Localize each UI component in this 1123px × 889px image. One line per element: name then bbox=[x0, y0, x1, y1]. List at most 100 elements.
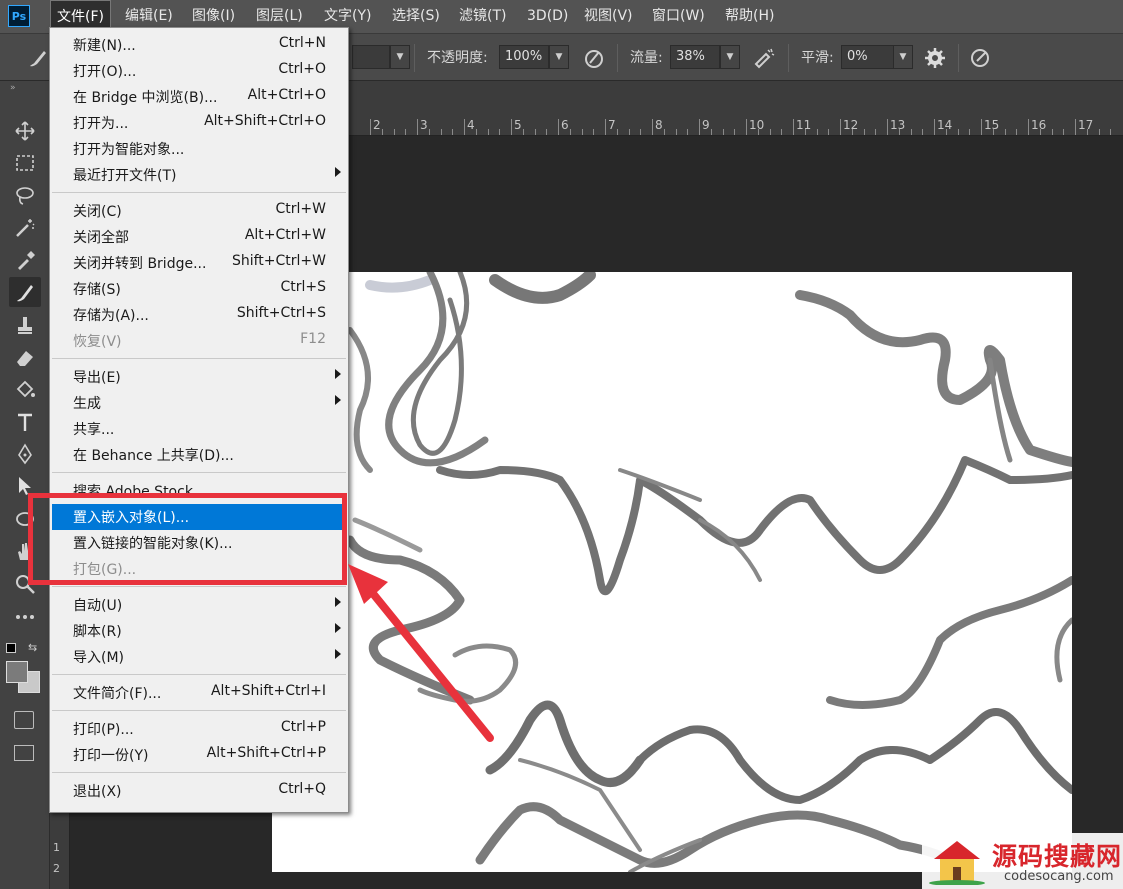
menu-item-shortcut: Ctrl+P bbox=[280, 719, 326, 735]
ruler-major-tick bbox=[652, 119, 653, 135]
mode-select[interactable] bbox=[352, 45, 390, 69]
pen-tool-icon[interactable] bbox=[9, 439, 41, 469]
ruler-minor-tick bbox=[957, 129, 959, 135]
menu-item[interactable]: 打印(P)... Ctrl+P bbox=[52, 716, 346, 742]
ruler-minor-tick bbox=[475, 129, 477, 135]
menu-item[interactable]: 关闭并转到 Bridge... Shift+Ctrl+W bbox=[52, 250, 346, 276]
ruler-minor-tick bbox=[581, 129, 583, 135]
ruler-label: 4 bbox=[467, 118, 475, 132]
ruler-label: 10 bbox=[749, 118, 765, 132]
menu-separator bbox=[52, 586, 346, 587]
menu-item[interactable]: 打开(O)... Ctrl+O bbox=[52, 58, 346, 84]
quick-mask-icon[interactable] bbox=[14, 711, 34, 729]
menu-item[interactable]: 新建(N)... Ctrl+N bbox=[52, 32, 346, 58]
ruler-major-tick bbox=[464, 119, 465, 135]
ruler-minor-tick bbox=[863, 129, 865, 135]
ruler-minor-tick bbox=[992, 129, 994, 135]
photoshop-logo-icon: Ps bbox=[8, 5, 30, 27]
menu-item[interactable]: 打开为... Alt+Shift+Ctrl+O bbox=[52, 110, 346, 136]
stamp-tool-icon[interactable] bbox=[9, 309, 41, 339]
eraser-tool-icon[interactable] bbox=[9, 342, 41, 372]
smoothing-input[interactable]: 0% bbox=[841, 45, 895, 69]
flow-dropdown-icon[interactable]: ▼ bbox=[720, 45, 740, 69]
ruler-major-tick bbox=[699, 119, 700, 135]
ruler-major-tick bbox=[746, 119, 747, 135]
menu-item[interactable]: 关闭全部 Alt+Ctrl+W bbox=[52, 224, 346, 250]
airbrush-icon[interactable] bbox=[752, 46, 776, 70]
ruler-minor-tick bbox=[452, 129, 454, 135]
move-tool-icon[interactable] bbox=[9, 116, 41, 146]
ruler-minor-tick bbox=[816, 129, 818, 135]
menu-item[interactable]: 关闭(C) Ctrl+W bbox=[52, 198, 346, 224]
ruler-major-tick bbox=[558, 119, 559, 135]
menu-item[interactable]: 打印一份(Y) Alt+Shift+Ctrl+P bbox=[52, 742, 346, 768]
menu-item-label: 退出(X) bbox=[73, 784, 122, 800]
menu-item-shortcut: Shift+Ctrl+S bbox=[236, 305, 326, 321]
ruler-major-tick bbox=[417, 119, 418, 135]
menu-item-label: 存储(S) bbox=[73, 282, 121, 298]
menu-item-label: 关闭(C) bbox=[73, 204, 122, 220]
brush-tool-icon[interactable] bbox=[9, 277, 41, 307]
paint-bucket-tool-icon[interactable] bbox=[9, 374, 41, 404]
menu-item[interactable]: 窗口(W) bbox=[646, 0, 711, 33]
submenu-arrow-icon bbox=[335, 369, 341, 379]
menu-item-label: 脚本(R) bbox=[73, 624, 122, 640]
menu-item[interactable]: 导出(E) bbox=[52, 364, 346, 390]
smoothing-dropdown-icon[interactable]: ▼ bbox=[893, 45, 913, 69]
divider bbox=[414, 44, 415, 72]
mode-dropdown-icon[interactable]: ▼ bbox=[390, 45, 410, 69]
menu-item-shortcut: Alt+Shift+Ctrl+I bbox=[210, 683, 326, 699]
foreground-color-swatch[interactable] bbox=[6, 661, 28, 683]
menu-item[interactable]: 文件简介(F)... Alt+Shift+Ctrl+I bbox=[52, 680, 346, 706]
menu-item[interactable]: 共享... bbox=[52, 416, 346, 442]
menu-item[interactable]: 帮助(H) bbox=[719, 0, 780, 33]
marquee-tool-icon[interactable] bbox=[9, 148, 41, 178]
menu-item[interactable]: 生成 bbox=[52, 390, 346, 416]
menu-item[interactable]: 在 Bridge 中浏览(B)... Alt+Ctrl+O bbox=[52, 84, 346, 110]
menu-item[interactable]: 自动(U) bbox=[52, 592, 346, 618]
eyedropper-tool-icon[interactable] bbox=[9, 245, 41, 275]
menu-item[interactable]: 最近打开文件(T) bbox=[52, 162, 346, 188]
menu-item[interactable]: 脚本(R) bbox=[52, 618, 346, 644]
screen-mode-icon[interactable] bbox=[14, 745, 34, 761]
menu-item[interactable]: 存储(S) Ctrl+S bbox=[52, 276, 346, 302]
menu-item[interactable]: 退出(X) Ctrl+Q bbox=[52, 778, 346, 804]
type-tool-icon[interactable] bbox=[9, 407, 41, 437]
brush-preset-icon[interactable] bbox=[26, 46, 50, 70]
file-menu-dropdown: 新建(N)... Ctrl+N 打开(O)... Ctrl+O 在 Bridge 中浏览… bbox=[49, 27, 349, 813]
ruler-minor-tick bbox=[663, 129, 665, 135]
menu-item[interactable]: 选择(S) bbox=[386, 0, 446, 33]
opacity-dropdown-icon[interactable]: ▼ bbox=[549, 45, 569, 69]
ruler-label: 1 bbox=[53, 841, 60, 854]
menu-item[interactable]: 存储为(A)... Shift+Ctrl+S bbox=[52, 302, 346, 328]
ruler-minor-tick bbox=[969, 129, 971, 135]
default-colors-icon[interactable] bbox=[6, 643, 16, 653]
menu-item[interactable]: 在 Behance 上共享(D)... bbox=[52, 442, 346, 468]
gear-icon[interactable] bbox=[923, 46, 947, 70]
ruler-minor-tick bbox=[851, 129, 853, 135]
menu-item-label: 文件简介(F)... bbox=[73, 686, 162, 702]
ruler-minor-tick bbox=[945, 129, 947, 135]
lasso-tool-icon[interactable] bbox=[9, 180, 41, 210]
swap-colors-icon[interactable]: ⇆ bbox=[28, 641, 37, 654]
menu-item[interactable]: 打开为智能对象... bbox=[52, 136, 346, 162]
flow-input[interactable]: 38% bbox=[670, 45, 720, 69]
ruler-label: 17 bbox=[1078, 118, 1094, 132]
symmetry-icon[interactable] bbox=[968, 46, 992, 70]
menu-item-shortcut: Alt+Shift+Ctrl+O bbox=[204, 113, 326, 129]
opacity-input[interactable]: 100% bbox=[499, 45, 549, 69]
menu-item[interactable]: 导入(M) bbox=[52, 644, 346, 670]
pressure-opacity-icon[interactable] bbox=[582, 46, 606, 70]
ruler-major-tick bbox=[793, 119, 794, 135]
ruler-minor-tick bbox=[769, 129, 771, 135]
magic-wand-tool-icon[interactable] bbox=[9, 212, 41, 242]
more-tools-icon[interactable] bbox=[9, 602, 41, 632]
ruler-major-tick bbox=[511, 119, 512, 135]
ruler-label: 15 bbox=[984, 118, 1000, 132]
menu-item[interactable]: 滤镜(T) bbox=[453, 0, 512, 33]
menu-item[interactable]: 3D(D) bbox=[521, 0, 574, 33]
menu-item[interactable]: 视图(V) bbox=[578, 0, 639, 33]
panel-collapse-icon[interactable]: » bbox=[10, 83, 16, 93]
ruler-label: 16 bbox=[1031, 118, 1047, 132]
menu-item-shortcut: Alt+Ctrl+O bbox=[247, 87, 326, 103]
